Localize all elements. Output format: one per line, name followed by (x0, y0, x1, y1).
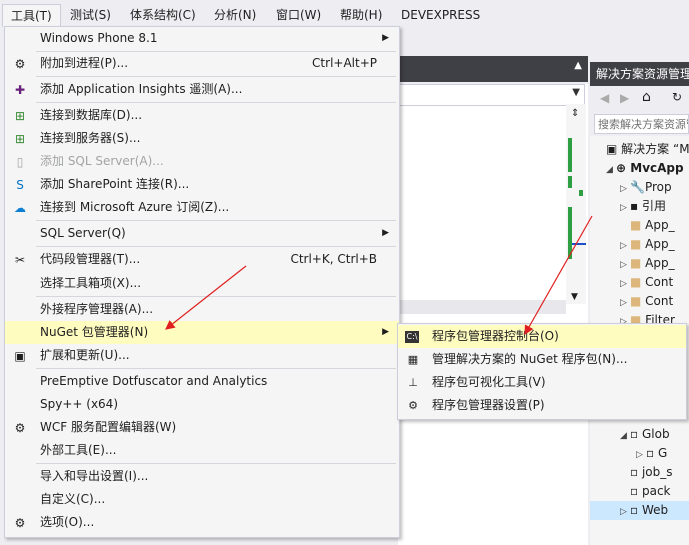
annotation-arrows (165, 215, 593, 336)
annotation-arrow (524, 215, 593, 336)
annotation-arrow (165, 265, 247, 330)
